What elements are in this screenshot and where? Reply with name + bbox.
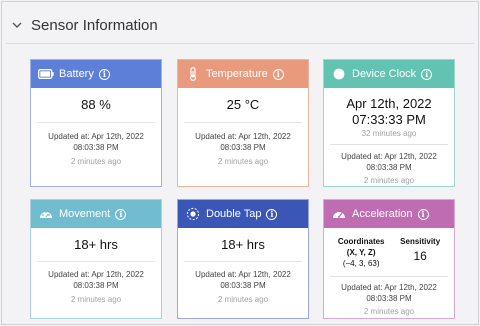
double-tap-card-title: Double Tap xyxy=(206,208,262,220)
movement-card-title: Movement xyxy=(59,208,111,220)
temperature-card-header: Temperature i xyxy=(178,60,308,88)
sensitivity-label: Sensitivity xyxy=(400,237,441,246)
battery-icon xyxy=(38,67,54,81)
info-icon[interactable]: i xyxy=(421,68,433,80)
section-divider xyxy=(6,43,474,44)
device-clock-value-ago: 32 minutes ago xyxy=(361,129,417,138)
sensor-panel: Sensor Information Battery i 88 % Update… xyxy=(1,1,479,325)
double-tap-updated: Updated at: Apr 12th, 2022 08:03:38 PM xyxy=(195,270,291,290)
temperature-ago: 2 minutes ago xyxy=(217,157,269,166)
acceleration-card-title: Acceleration xyxy=(352,208,413,220)
section-header[interactable]: Sensor Information xyxy=(11,14,158,36)
movement-card-header: Movement i xyxy=(31,200,161,228)
temperature-card-title: Temperature xyxy=(206,68,268,80)
battery-card-title: Battery xyxy=(59,68,94,80)
info-icon[interactable]: i xyxy=(266,208,278,220)
device-clock-value: Apr 12th, 2022 07:33:33 PM xyxy=(346,96,432,127)
coordinates-block: Coordinates (X, Y, Z) (−4, 3, 63) xyxy=(338,236,385,269)
battery-value: 88 % xyxy=(81,97,111,112)
info-icon[interactable]: i xyxy=(115,208,127,220)
coordinates-axes: (X, Y, Z) xyxy=(346,248,376,257)
acceleration-card-header: Acceleration i xyxy=(324,200,454,228)
speedometer-icon xyxy=(331,207,347,221)
temperature-updated: Updated at: Apr 12th, 2022 08:03:38 PM xyxy=(195,132,291,152)
device-clock-card-title: Device Clock xyxy=(352,68,417,80)
info-icon[interactable]: i xyxy=(98,68,110,80)
gauge-icon xyxy=(38,207,54,221)
battery-updated: Updated at: Apr 12th, 2022 08:03:38 PM xyxy=(48,132,144,152)
info-icon[interactable]: i xyxy=(272,68,284,80)
battery-ago: 2 minutes ago xyxy=(70,157,122,166)
coordinates-value: (−4, 3, 63) xyxy=(342,259,380,268)
temperature-card: Temperature i 25 °C Updated at: Apr 12th… xyxy=(177,59,309,187)
double-tap-value: 18+ hrs xyxy=(221,237,265,252)
section-title: Sensor Information xyxy=(31,16,158,34)
tap-icon xyxy=(185,207,201,221)
device-clock-updated: Updated at: Apr 12th, 2022 08:03:38 PM xyxy=(341,152,437,172)
sensitivity-value: 16 xyxy=(413,249,427,263)
device-clock-card-header: Device Clock i xyxy=(324,60,454,88)
device-clock-ago: 2 minutes ago xyxy=(363,176,415,185)
movement-card: Movement i 18+ hrs Updated at: Apr 12th,… xyxy=(30,199,162,319)
double-tap-ago: 2 minutes ago xyxy=(217,295,269,304)
battery-card-header: Battery i xyxy=(31,60,161,88)
movement-ago: 2 minutes ago xyxy=(70,295,122,304)
info-icon[interactable]: i xyxy=(417,208,429,220)
thermometer-icon xyxy=(185,67,201,81)
sensitivity-block: Sensitivity 16 xyxy=(400,236,440,269)
clock-icon xyxy=(331,67,347,81)
coordinates-label: Coordinates xyxy=(337,237,385,246)
double-tap-card-header: Double Tap i xyxy=(178,200,308,228)
chevron-down-icon[interactable] xyxy=(11,19,23,31)
acceleration-card: Acceleration i Coordinates (X, Y, Z) (−4… xyxy=(323,199,455,319)
movement-value: 18+ hrs xyxy=(74,237,118,252)
acceleration-values: Coordinates (X, Y, Z) (−4, 3, 63) Sensit… xyxy=(324,236,454,269)
battery-card: Battery i 88 % Updated at: Apr 12th, 202… xyxy=(30,59,162,187)
acceleration-ago: 2 minutes ago xyxy=(363,307,415,316)
acceleration-updated: Updated at: Apr 12th, 2022 08:03:38 PM xyxy=(341,283,437,303)
temperature-value: 25 °C xyxy=(226,97,260,112)
movement-updated: Updated at: Apr 12th, 2022 08:03:38 PM xyxy=(48,270,144,290)
device-clock-card: Device Clock i Apr 12th, 2022 07:33:33 P… xyxy=(323,59,455,187)
double-tap-card: Double Tap i 18+ hrs Updated at: Apr 12t… xyxy=(177,199,309,319)
